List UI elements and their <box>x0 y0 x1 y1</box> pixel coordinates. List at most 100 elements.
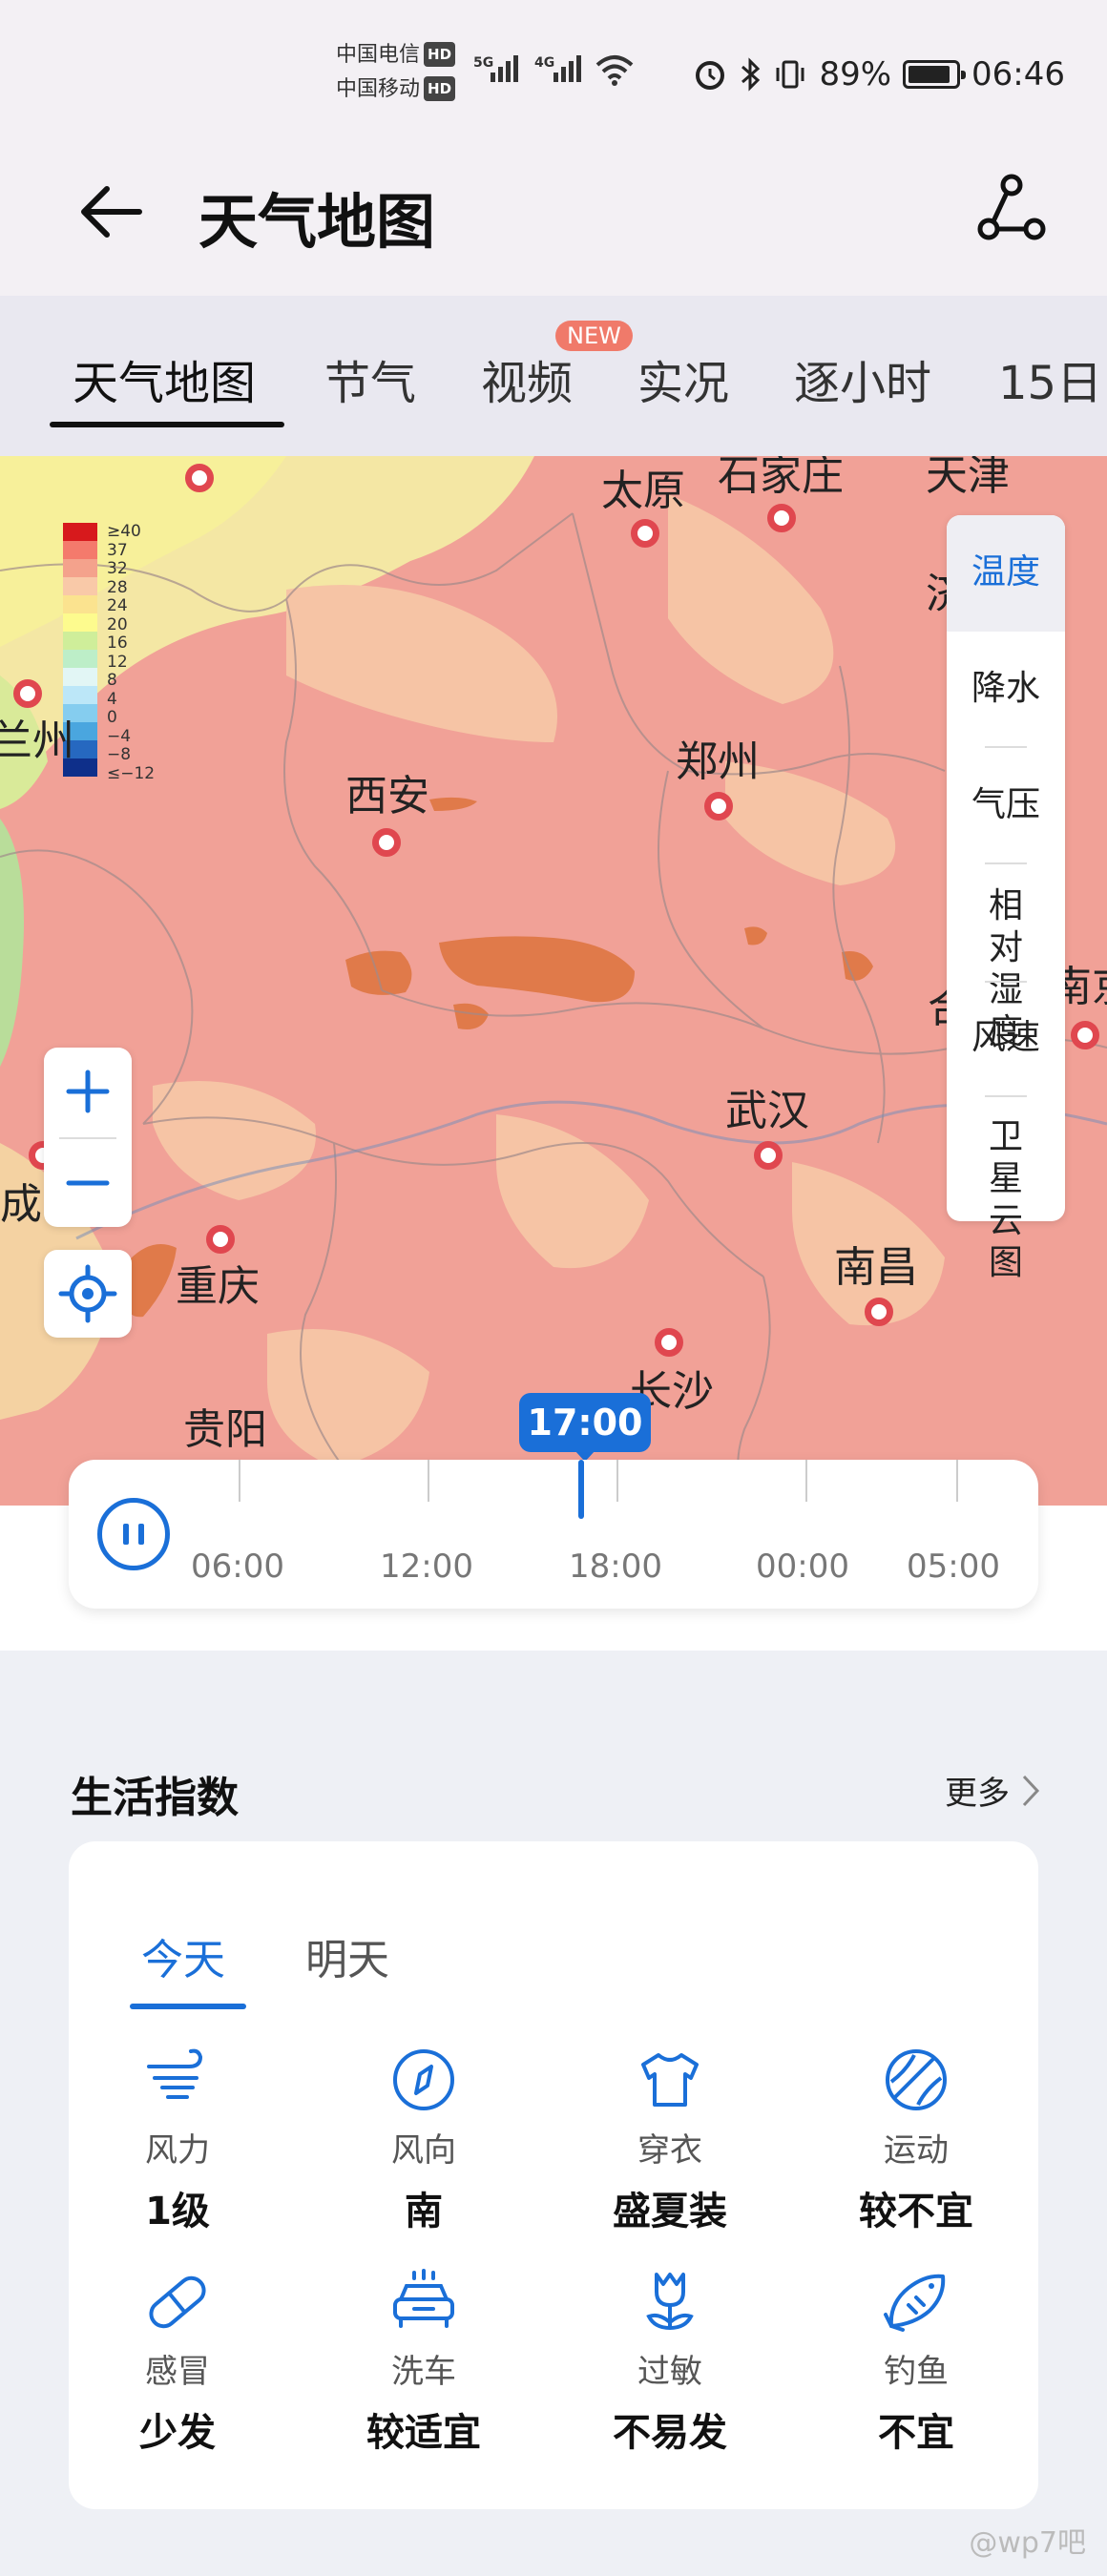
battery-icon <box>903 60 967 89</box>
layer-pressure[interactable]: 气压 <box>947 784 1065 826</box>
city-marker[interactable] <box>767 504 796 532</box>
city-label-tianjin: 天津 <box>926 456 1010 500</box>
pause-button[interactable] <box>97 1498 170 1570</box>
zoom-in-button[interactable] <box>44 1048 132 1135</box>
index-value: 不易发 <box>613 2411 727 2455</box>
tab-hourly[interactable]: 逐小时 <box>794 345 931 412</box>
bluetooth-icon <box>741 57 761 92</box>
zoom-controls <box>44 1048 132 1227</box>
legend-label: 8 <box>107 671 117 690</box>
tab-live[interactable]: 实况 <box>637 345 729 412</box>
index-name: 过敏 <box>637 2353 702 2391</box>
layer-wind-speed[interactable]: 风速 <box>947 1017 1065 1059</box>
time-slider[interactable]: 06:00 12:00 18:00 00:00 05:00 <box>69 1460 1038 1609</box>
timeline-current-marker[interactable] <box>578 1460 584 1519</box>
index-allergy[interactable]: 过敏 不易发 <box>565 2263 775 2457</box>
city-marker[interactable] <box>372 828 401 857</box>
legend-label: −4 <box>107 726 132 746</box>
layer-divider <box>985 1095 1027 1097</box>
index-value: 1级 <box>145 2190 210 2233</box>
city-marker[interactable] <box>206 1225 235 1254</box>
index-sports[interactable]: 运动 较不宜 <box>811 2042 1021 2235</box>
share-button[interactable] <box>973 170 1050 246</box>
network-4g-label: 4G <box>534 55 555 71</box>
index-car-wash[interactable]: 洗车 较适宜 <box>319 2263 529 2457</box>
city-label-xian: 西安 <box>345 772 429 821</box>
hd-badge: HD <box>424 42 456 67</box>
zoom-out-button[interactable] <box>44 1139 132 1227</box>
tab-tomorrow[interactable]: 明天 <box>305 1925 389 1986</box>
legend-label: ≥40 <box>107 522 141 541</box>
city-label-nanchang: 南昌 <box>834 1243 918 1292</box>
city-marker[interactable] <box>704 792 733 821</box>
legend-swatch <box>63 613 97 632</box>
weather-map[interactable]: ≥40 37 32 28 24 20 16 12 8 4 0 −4 −8 ≤−12 太原 石家庄 天津 郑… <box>0 456 1107 1506</box>
tab-video[interactable]: 视频 <box>481 345 573 412</box>
legend-label: −8 <box>107 745 132 764</box>
city-marker[interactable] <box>185 464 214 492</box>
vibrate-icon <box>776 60 804 89</box>
index-dressing[interactable]: 穿衣 盛夏装 <box>565 2042 775 2235</box>
more-link[interactable]: 更多 <box>945 1767 1040 1814</box>
index-wind-direction[interactable]: 风向 南 <box>319 2042 529 2235</box>
sports-ball-icon <box>886 2049 947 2110</box>
pill-icon <box>149 2275 206 2329</box>
city-marker[interactable] <box>655 1328 683 1357</box>
timeline-label: 12:00 <box>380 1548 473 1586</box>
index-name: 风向 <box>391 2131 456 2170</box>
city-label-shijiazhuang: 石家庄 <box>718 456 844 500</box>
tab-today[interactable]: 今天 <box>141 1925 225 1986</box>
watermark: @wp7吧 <box>969 2526 1086 2560</box>
city-marker[interactable] <box>1071 1021 1099 1049</box>
legend-label: 16 <box>107 634 128 653</box>
wind-icon <box>147 2048 203 2099</box>
back-button[interactable] <box>73 172 153 252</box>
index-fishing[interactable]: 钓鱼 不宜 <box>811 2263 1021 2457</box>
locate-button[interactable] <box>44 1250 132 1338</box>
carrier-1: 中国电信 HD <box>336 42 456 68</box>
tab-solar-terms[interactable]: 节气 <box>324 345 416 412</box>
city-marker[interactable] <box>754 1141 783 1170</box>
timeline-tick <box>956 1460 958 1502</box>
fish-icon <box>884 2274 946 2332</box>
index-value: 少发 <box>139 2411 216 2455</box>
status-bar: 中国电信 HD 中国移动 HD 5G 4G 89% 06:46 <box>0 0 1107 143</box>
legend-swatch <box>63 577 97 595</box>
city-marker[interactable] <box>13 679 42 708</box>
legend-label: 24 <box>107 596 128 615</box>
layer-satellite[interactable]: 卫星云图 <box>979 1116 1033 1284</box>
city-label-zhengzhou: 郑州 <box>676 737 760 786</box>
index-value: 较适宜 <box>366 2411 481 2455</box>
legend-label: ≤−12 <box>107 763 156 783</box>
tab-weather-map[interactable]: 天气地图 <box>73 345 256 412</box>
carrier-2-label: 中国移动 <box>336 77 421 101</box>
chevron-right-icon <box>1022 1775 1040 1806</box>
index-name: 风力 <box>145 2131 210 2170</box>
layer-temperature[interactable]: 温度 <box>947 515 1065 632</box>
index-value: 不宜 <box>878 2411 954 2455</box>
legend-label: 20 <box>107 614 128 634</box>
city-marker[interactable] <box>631 519 659 548</box>
page-title: 天气地图 <box>198 187 436 257</box>
car-wash-icon <box>393 2269 454 2328</box>
status-right: 89% 06:46 <box>693 55 1065 93</box>
life-index-title: 生活指数 <box>71 1774 239 1822</box>
layer-divider <box>985 746 1027 748</box>
signal-icon <box>554 55 584 82</box>
app-header: 天气地图 <box>0 143 1107 296</box>
battery-percent: 89% <box>819 55 892 93</box>
legend-swatch <box>63 632 97 650</box>
legend-swatch <box>63 541 97 559</box>
city-label-lanzhou: 兰州 <box>0 717 74 765</box>
index-cold[interactable]: 感冒 少发 <box>73 2263 282 2457</box>
layer-precipitation[interactable]: 降水 <box>947 668 1065 710</box>
active-tab-indicator <box>50 422 284 427</box>
legend-label: 12 <box>107 652 128 672</box>
index-wind-force[interactable]: 风力 1级 <box>73 2042 282 2235</box>
battery-fill <box>909 66 950 83</box>
index-name: 钓鱼 <box>884 2353 949 2391</box>
tab-15-day[interactable]: 15日 <box>998 345 1102 412</box>
timeline-label: 05:00 <box>907 1548 1000 1586</box>
city-marker[interactable] <box>865 1298 893 1326</box>
map-layer-panel: 温度 降水 气压 相对湿度 风速 卫星云图 <box>947 515 1065 1282</box>
